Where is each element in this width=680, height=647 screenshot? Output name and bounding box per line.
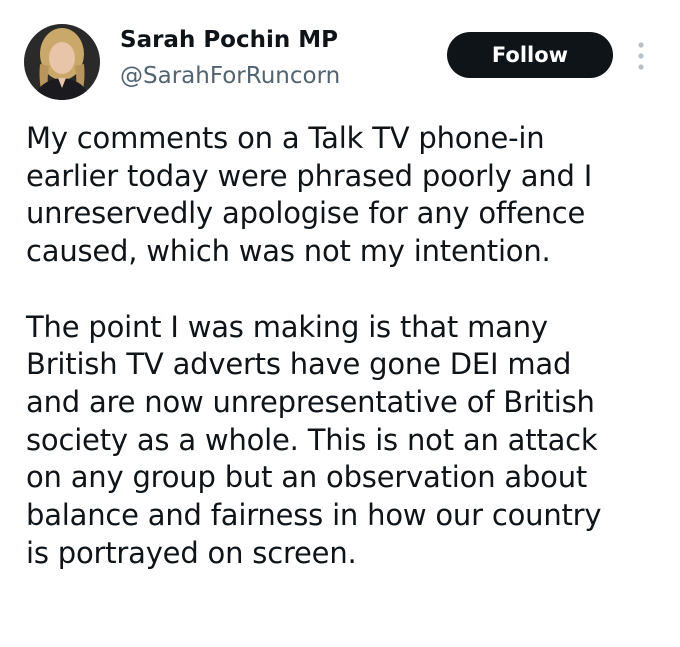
author-name[interactable]: Sarah Pochin MP [120,27,338,53]
tweet-text: My comments on a Talk TV phone-in earlie… [26,120,671,572]
tweet-line: on any group but an observation about [26,460,588,495]
tweet-card: Sarah Pochin MP @SarahForRuncorn Follow … [0,0,680,647]
tweet-line: balance and fairness in how our country [26,498,602,533]
author-avatar[interactable] [24,24,100,100]
avatar-photo-icon [24,24,100,100]
tweet-line: unreservedly apologise for any offence [26,196,586,231]
tweet-line: earlier today were phrased poorly and I [26,158,593,193]
tweet-line: and are now unrepresentative of British [26,384,595,419]
tweet-paragraph-2: The point I was making is that many Brit… [26,309,671,573]
tweet-paragraph-1: My comments on a Talk TV phone-in earlie… [26,120,671,271]
tweet-line: The point I was making is that many [26,309,548,344]
tweet-line: is portrayed on screen. [26,535,357,570]
tweet-line: British TV adverts have gone DEI mad [26,347,572,382]
tweet-line: society as a whole. This is not an attac… [26,422,598,457]
follow-button[interactable]: Follow [447,32,613,78]
tweet-line: My comments on a Talk TV phone-in [26,121,545,155]
tweet-line: caused, which was not my intention. [26,234,551,269]
vertical-ellipsis-icon[interactable] [630,40,652,72]
author-handle[interactable]: @SarahForRuncorn [120,63,340,89]
